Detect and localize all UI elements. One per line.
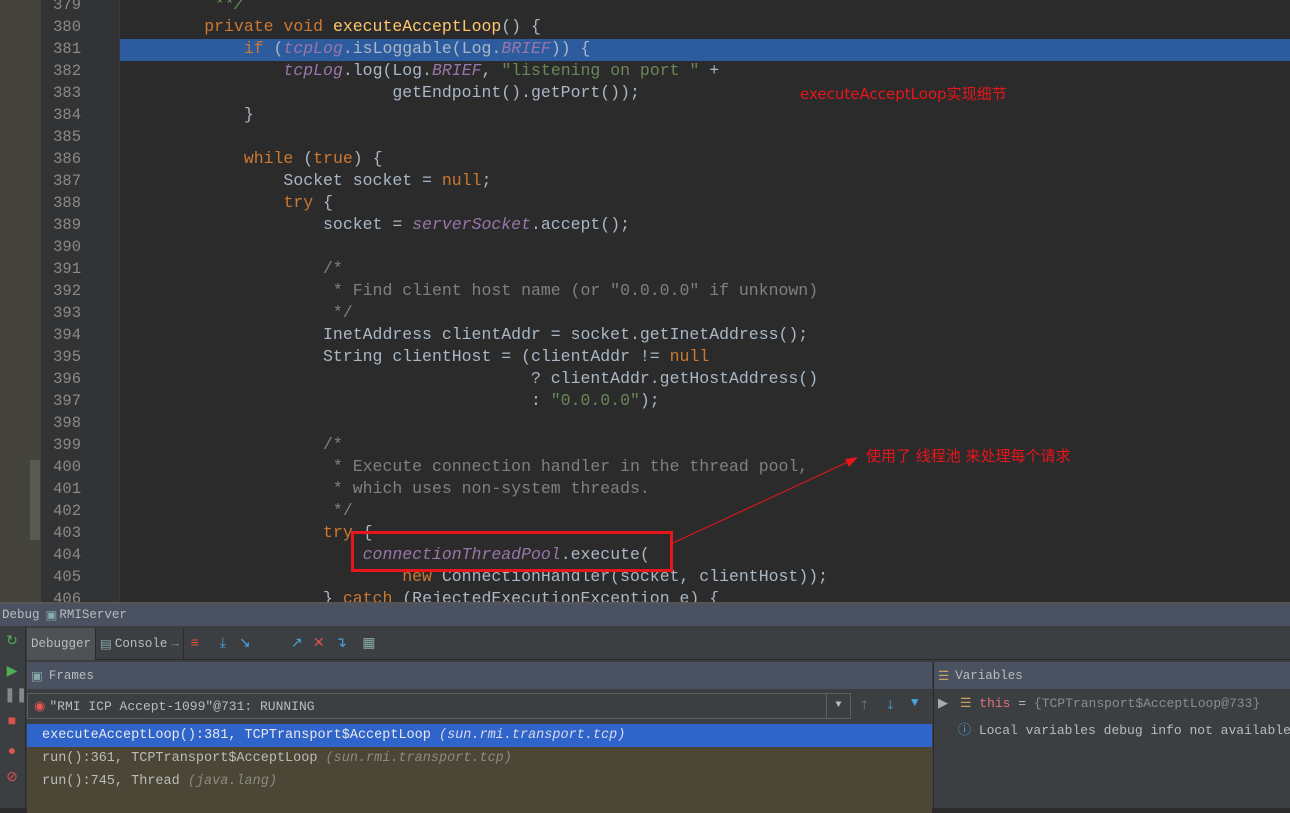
variable-row[interactable]: ▶ ☰ this = {TCPTransport$AcceptLoop@733} xyxy=(938,696,1260,711)
arrow-down-icon[interactable]: 🡓 xyxy=(887,696,894,717)
debug-title: Debug xyxy=(2,608,40,622)
window-icon: ▣ xyxy=(45,609,58,623)
frame-row[interactable]: executeAcceptLoop():381, TCPTransport$Ac… xyxy=(27,724,932,747)
thread-label: "RMI ICP Accept-1099"@731: RUNNING xyxy=(49,698,315,714)
info-row: ⓘ Local variables debug info not availab… xyxy=(958,719,1290,738)
view-breakpoints-icon[interactable]: ● xyxy=(4,744,20,760)
step-into-icon[interactable]: ↘ xyxy=(234,634,256,654)
frame-package: (sun.rmi.transport.tcp) xyxy=(325,751,512,766)
run-to-cursor-icon[interactable]: ↴ xyxy=(330,634,352,654)
pause-icon[interactable]: ❚❚ xyxy=(4,688,27,704)
variables-icon: ☰ xyxy=(938,669,950,684)
rerun-icon[interactable]: ↻ xyxy=(4,634,20,650)
info-icon: ⓘ xyxy=(958,723,972,738)
config-tab[interactable]: RMIServer xyxy=(59,608,127,622)
field-icon: ☰ xyxy=(959,696,972,711)
frame-method: run():361, TCPTransport$AcceptLoop xyxy=(42,751,326,766)
filter-icon[interactable]: ▼ xyxy=(911,696,919,710)
frame-row[interactable]: run():361, TCPTransport$AcceptLoop (sun.… xyxy=(27,747,932,770)
console-icon: ▤ xyxy=(100,637,112,652)
frame-row[interactable]: run():745, Thread (java.lang) xyxy=(27,770,932,793)
arrow-up-icon[interactable]: 🡑 xyxy=(861,696,868,717)
variable-name: this xyxy=(979,696,1011,711)
thread-icon: ◉ xyxy=(34,698,46,714)
drop-frame-icon[interactable]: ✕ xyxy=(308,634,330,654)
variables-title: Variables xyxy=(955,668,1023,683)
chevron-down-icon[interactable]: ▼ xyxy=(826,694,850,718)
tab-console-label: Console xyxy=(114,636,168,651)
step-over-icon[interactable]: ⤓ xyxy=(212,634,234,654)
frames-icon: ▣ xyxy=(31,669,43,684)
frame-package: (java.lang) xyxy=(187,774,277,789)
tab-console[interactable]: ▤ Console → xyxy=(96,627,184,660)
frame-method: run():745, Thread xyxy=(42,774,188,789)
mute-breakpoints-icon[interactable]: ⊘ xyxy=(4,770,20,786)
pin-icon: → xyxy=(171,636,179,651)
thread-selector[interactable]: ◉ "RMI ICP Accept-1099"@731: RUNNING ▼ xyxy=(27,693,851,719)
resume-icon[interactable]: ▶ xyxy=(4,664,20,680)
frames-title: Frames xyxy=(48,668,94,683)
variable-value: {TCPTransport$AcceptLoop@733} xyxy=(1033,696,1261,711)
debug-panel: Debug ▣ RMIServer ↻ ▶ ❚❚ ■ ● ⊘ Debugger … xyxy=(0,602,1290,813)
stop-icon[interactable]: ■ xyxy=(4,714,20,730)
variables-pane: ☰ Variables ▶ ☰ this = {TCPTransport$Acce… xyxy=(933,662,1290,808)
evaluate-expression-icon[interactable]: ▦ xyxy=(358,634,380,654)
frame-package: (sun.rmi.transport.tcp) xyxy=(438,728,626,743)
show-execution-point-icon[interactable]: ≡ xyxy=(184,634,206,654)
frames-pane: ▣ Frames ◉ "RMI ICP Accept-1099"@731: RUN… xyxy=(27,662,932,813)
tab-debugger[interactable]: Debugger xyxy=(27,627,97,660)
step-out-icon[interactable]: ↗ xyxy=(286,634,308,654)
expand-icon[interactable]: ▶ xyxy=(938,696,948,711)
info-text: Local variables debug info not available xyxy=(978,723,1290,738)
frame-method: executeAcceptLoop():381, TCPTransport$Ac… xyxy=(42,728,439,743)
variable-equals: = xyxy=(1010,696,1034,711)
annotation-arrow xyxy=(672,457,858,544)
